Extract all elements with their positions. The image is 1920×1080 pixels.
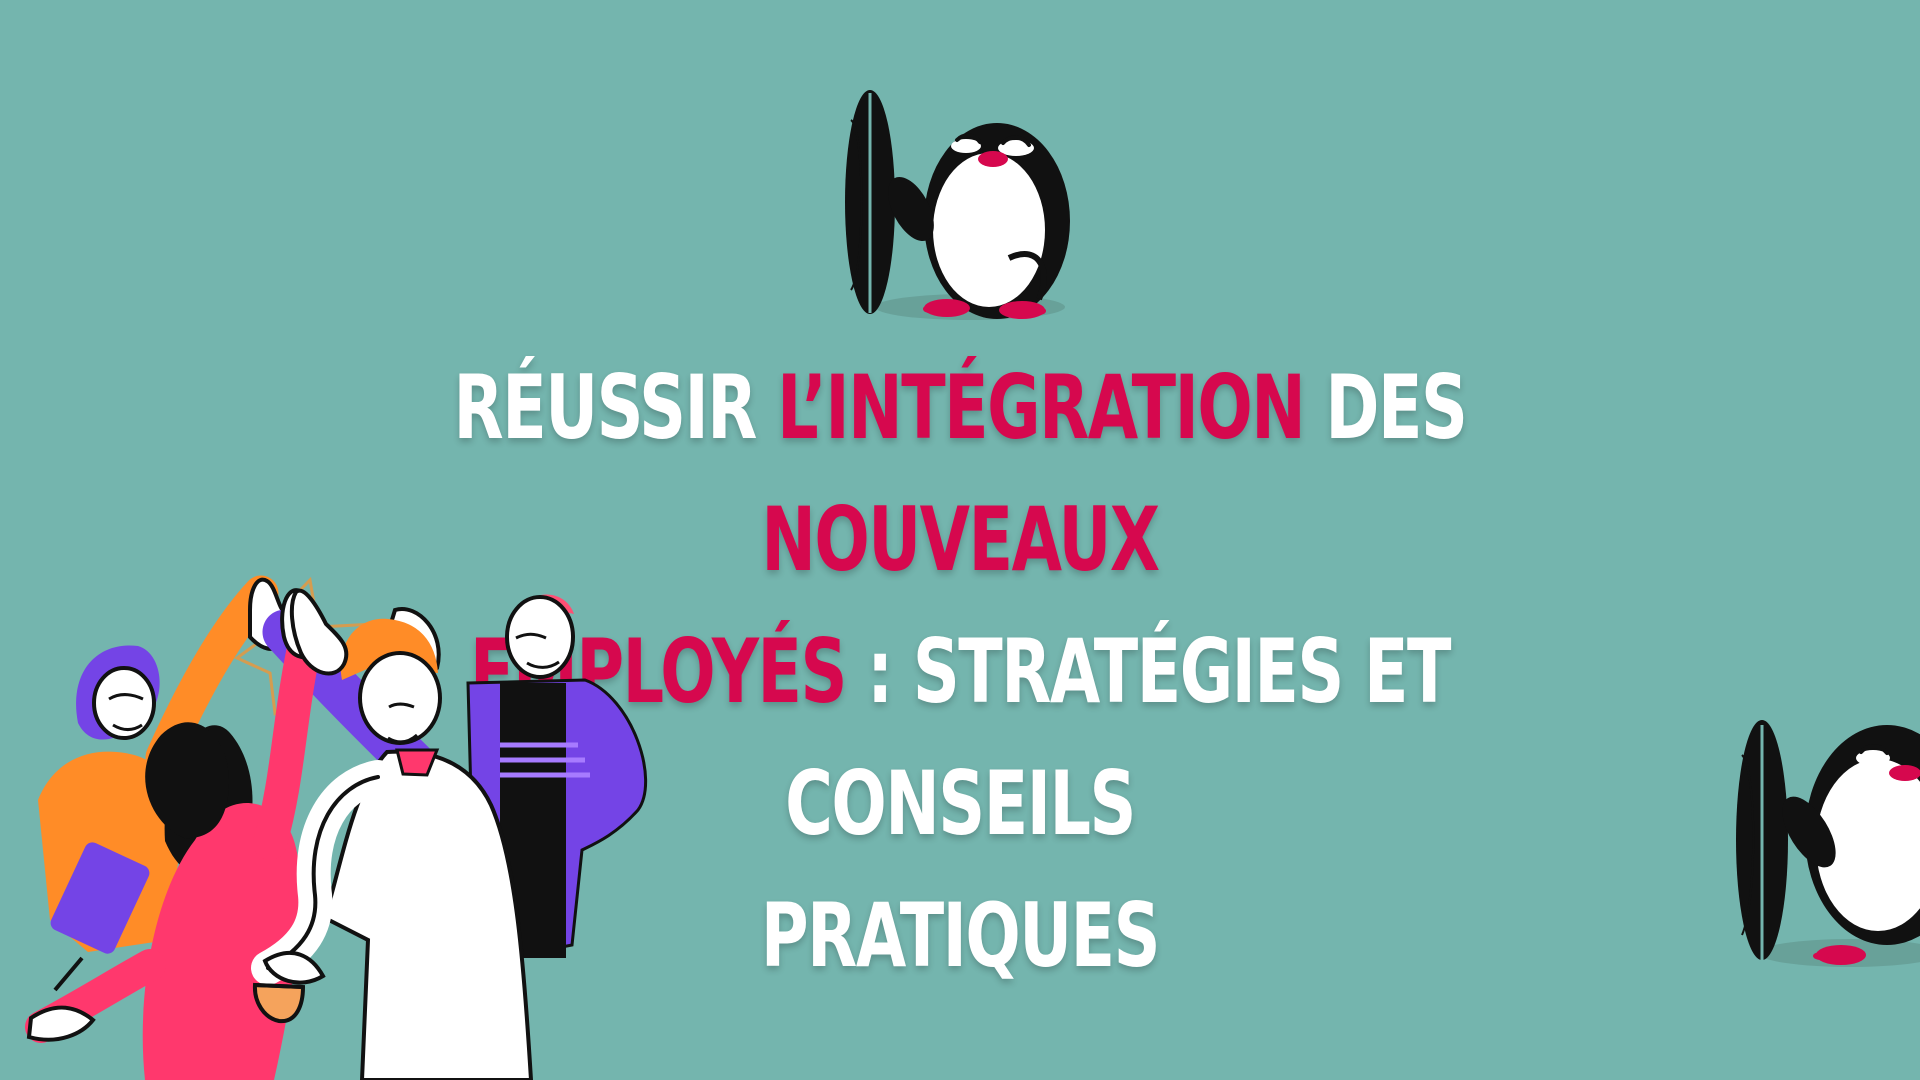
title-subtitle: : STRATÉGIES ET CONSEILS: [785, 620, 1451, 855]
title-word-reussir: RÉUSSIR: [453, 356, 778, 459]
penguin-mascot-icon: [845, 90, 1070, 320]
title-highlight-integration: L’INTÉGRATION: [777, 356, 1306, 459]
slide-background: RÉUSSIR L’INTÉGRATION DES NOUVEAUX EMPLO…: [0, 0, 1920, 1080]
team-high-five-illustration: [25, 575, 648, 1080]
title-highlight-nouveaux: NOUVEAUX: [761, 488, 1160, 591]
title-word-des: DES: [1304, 356, 1467, 459]
title-word-pratiques: PRATIQUES: [760, 884, 1161, 987]
penguin-mascot-icon: [1736, 720, 1920, 967]
